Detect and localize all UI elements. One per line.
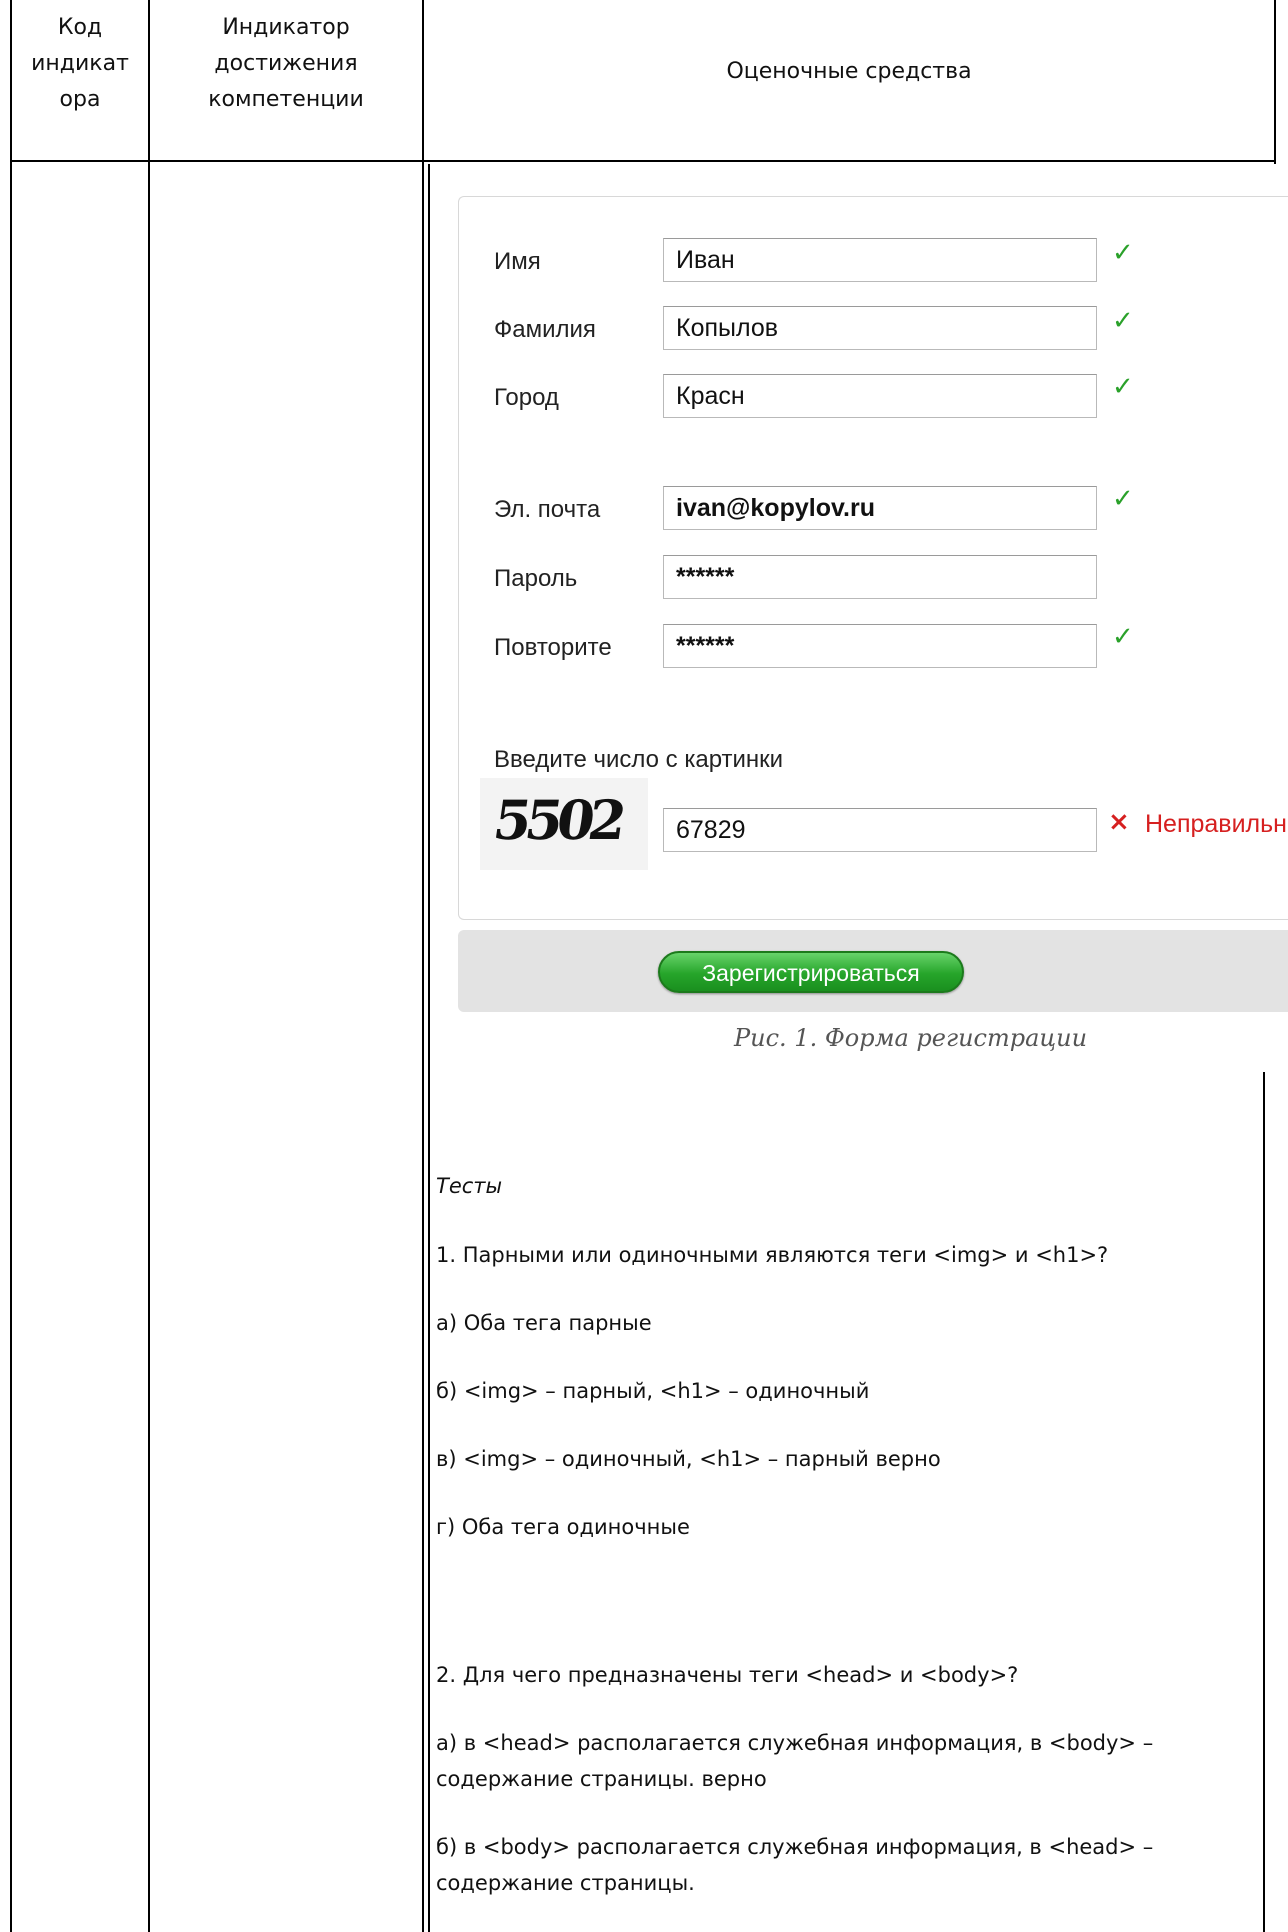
table-border-right-header [1274,0,1276,164]
question-1: 1. Парными или одиночными являются теги … [436,1243,1109,1267]
check-icon: ✓ [1112,484,1134,514]
check-icon: ✓ [1112,306,1134,336]
header-indicator-achievement: Индикатор достижения компетенции [150,10,422,118]
first-name-input[interactable]: Иван [663,238,1097,282]
header-line: индикат [31,51,129,76]
table-divider-2 [422,0,424,1932]
field-label-city: Город [494,384,559,411]
header-line: ора [59,87,101,112]
table-divider-1 [148,0,150,1932]
check-icon: ✓ [1112,372,1134,402]
field-label-email: Эл. почта [494,496,601,523]
field-label-repeat-password: Повторите [494,634,612,661]
header-indicator-code: Код индикат ора [12,10,148,118]
header-line: достижения [214,51,358,76]
header-assessment-tools: Оценочные средства [726,59,972,84]
captcha-error-message: Неправильн [1145,810,1287,838]
question-1-option-d: г) Оба тега одиночные [436,1515,690,1539]
email-input[interactable]: ivan@kopylov.ru [663,486,1097,530]
captcha-image-text: 5502 [489,788,625,852]
register-button[interactable]: Зарегистрироваться [658,951,964,993]
header-bottom-border [10,160,1276,162]
header-line: компетенции [208,87,364,112]
table-border-right-body [1263,1072,1265,1932]
error-icon: × [1108,807,1130,837]
check-icon: ✓ [1112,622,1134,652]
question-2-option-b: б) в <body> располагается служебная инфо… [436,1835,1154,1895]
repeat-password-input[interactable]: ****** [663,624,1097,668]
captcha-image: 5502 [480,778,648,870]
table-border-left [10,0,12,1932]
captcha-input[interactable]: 67829 [663,808,1097,852]
field-label-first-name: Имя [494,248,541,275]
password-input[interactable]: ****** [663,555,1097,599]
question-1-option-a: а) Оба тега парные [436,1311,652,1335]
city-input[interactable]: Красн [663,374,1097,418]
last-name-input[interactable]: Копылов [663,306,1097,350]
field-label-password: Пароль [494,565,578,592]
field-label-last-name: Фамилия [494,316,596,343]
col3-inner-border [428,164,430,1932]
check-icon: ✓ [1112,238,1134,268]
captcha-prompt: Введите число с картинки [494,746,784,773]
question-2-option-a: а) в <head> располагается служебная инфо… [436,1731,1154,1791]
header-line: Индикатор [222,15,350,40]
question-1-option-b: б) <img> – парный, <h1> – одиночный [436,1379,870,1403]
header-line: Код [57,15,103,40]
question-1-option-c: в) <img> – одиночный, <h1> – парный верн… [436,1447,941,1471]
question-2: 2. Для чего предназначены теги <head> и … [436,1663,1019,1687]
tests-heading: Тесты [436,1174,503,1198]
figure-caption: Рис. 1. Форма регистрации [734,1024,1088,1052]
